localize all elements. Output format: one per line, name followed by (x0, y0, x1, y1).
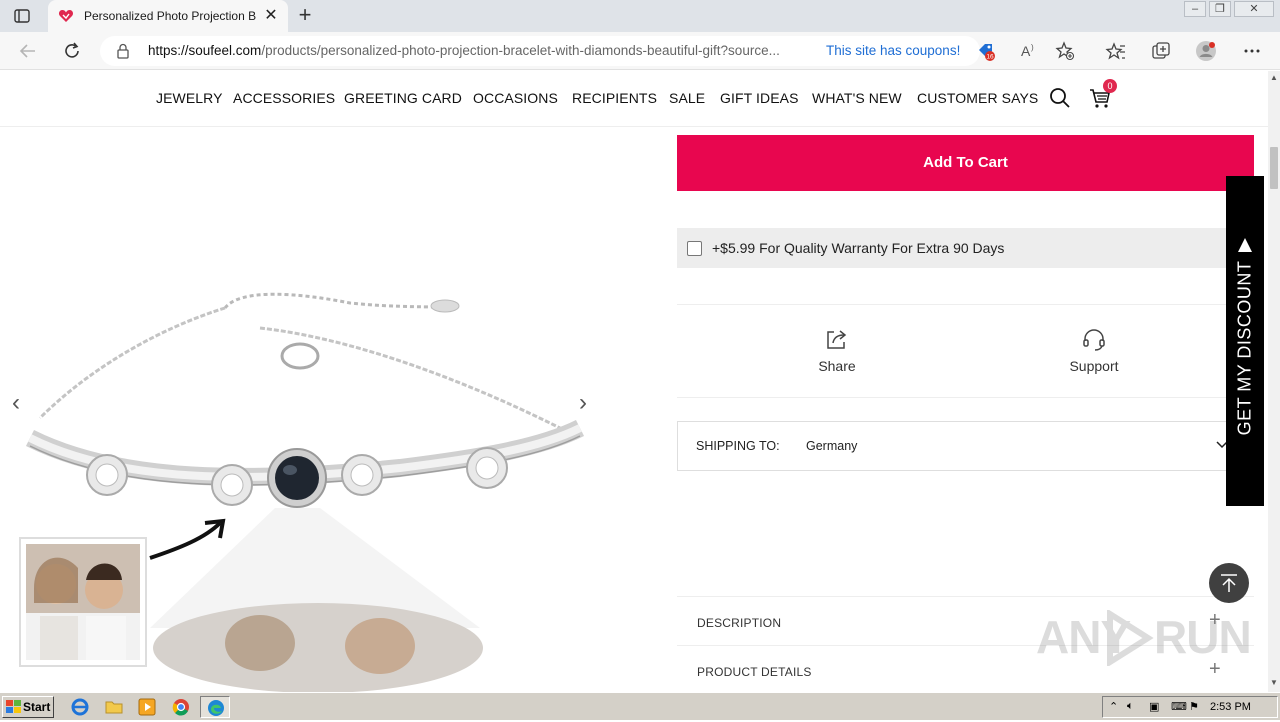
nav-sale[interactable]: SALE (669, 90, 705, 106)
nav-gift-ideas[interactable]: GIFT IDEAS (720, 90, 799, 106)
edge-taskbar-button[interactable] (200, 696, 230, 718)
nav-recipients[interactable]: RECIPIENTS (572, 90, 657, 106)
search-icon[interactable] (1049, 87, 1071, 109)
gallery-next-icon[interactable]: › (573, 391, 593, 415)
more-menu-icon[interactable] (1241, 40, 1263, 62)
scroll-down-icon[interactable]: ▼ (1270, 678, 1278, 687)
start-label: Start (23, 700, 51, 714)
active-tab[interactable]: Personalized Photo Projection Bracelet w… (48, 0, 288, 32)
svg-text:): ) (1031, 43, 1034, 52)
refresh-icon[interactable] (61, 40, 83, 62)
edge-icon (208, 700, 224, 716)
browser-tab-bar: Personalized Photo Projection Bracelet w… (0, 0, 1280, 32)
expand-arrow-icon (1238, 238, 1252, 252)
nav-customer-says[interactable]: CUSTOMER SAYS (917, 90, 1038, 106)
new-tab-icon[interactable]: + (294, 4, 316, 27)
restore-icon[interactable]: ❐ (1209, 1, 1231, 17)
add-favorite-icon[interactable] (1054, 40, 1076, 62)
url-path: /products/personalized-photo-projection-… (261, 43, 780, 58)
nav-greeting-card[interactable]: GREETING CARD (344, 90, 462, 106)
media-player-icon[interactable] (137, 697, 157, 717)
lock-icon[interactable] (116, 43, 130, 59)
url-text[interactable]: https://soufeel.com/products/personalize… (148, 43, 813, 58)
coupons-link[interactable]: This site has coupons! (826, 43, 960, 58)
nav-accessories[interactable]: ACCESSORIES (233, 90, 335, 106)
coupon-shopping-icon[interactable]: 16 (976, 41, 996, 61)
system-tray: ⌃ 🔈︎ ▣ ⌨︎ ⚑ 2:53 PM (1102, 696, 1278, 718)
support-button[interactable]: Support (1049, 328, 1139, 378)
share-label: Share (818, 358, 856, 374)
discount-label: GET MY DISCOUNT (1234, 260, 1255, 436)
tab-actions-icon[interactable] (12, 6, 32, 26)
shipping-country-value: Germany (806, 439, 858, 453)
chrome-icon[interactable] (171, 697, 191, 717)
page-scrollbar[interactable]: ▲ ▼ (1268, 71, 1280, 692)
network-icon[interactable]: ▣ (1149, 700, 1159, 713)
scroll-up-icon[interactable]: ▲ (1270, 73, 1278, 82)
shipping-country-select[interactable]: SHIPPING TO: Germany (677, 421, 1254, 471)
warranty-option[interactable]: +$5.99 For Quality Warranty For Extra 90… (677, 228, 1254, 268)
anyrun-watermark: ANY RUN (1036, 606, 1252, 672)
tray-expand-icon[interactable]: ⌃ (1109, 700, 1118, 713)
shipping-label: SHIPPING TO: (696, 439, 780, 453)
play-logo-icon (1107, 610, 1154, 666)
volume-icon[interactable]: 🔈︎ (1127, 700, 1134, 713)
profile-avatar-icon[interactable] (1195, 40, 1217, 62)
support-label: Support (1069, 358, 1119, 374)
nav-whats-new[interactable]: WHAT'S NEW (812, 90, 902, 106)
internet-explorer-icon[interactable] (70, 697, 90, 717)
gallery-prev-icon[interactable]: ‹ (6, 391, 26, 415)
soufeel-favicon-icon (58, 8, 74, 24)
add-to-cart-button[interactable]: Add To Cart (677, 135, 1254, 191)
nav-occasions[interactable]: OCCASIONS (473, 90, 558, 106)
get-discount-tab[interactable]: GET MY DISCOUNT (1226, 176, 1264, 506)
back-icon[interactable] (17, 40, 39, 62)
collections-icon[interactable] (1150, 40, 1172, 62)
accordion-title: DESCRIPTION (697, 616, 782, 630)
file-explorer-icon[interactable] (104, 697, 124, 717)
tab-title: Personalized Photo Projection Bracelet w… (84, 9, 256, 23)
window-close-icon[interactable]: ✕ (1234, 1, 1274, 17)
nav-jewelry[interactable]: JEWELRY (156, 90, 223, 106)
share-button[interactable]: Share (792, 328, 882, 378)
cart-count-badge: 0 (1103, 79, 1117, 93)
keyboard-icon[interactable]: ⌨︎ (1171, 700, 1187, 713)
flag-icon[interactable]: ⚑ (1189, 700, 1199, 713)
windows-logo-icon (6, 700, 21, 713)
clock[interactable]: 2:53 PM (1210, 701, 1251, 713)
share-icon (827, 330, 847, 349)
address-toolbar: https://soufeel.com/products/personalize… (0, 32, 1280, 70)
svg-text:A: A (1021, 43, 1031, 59)
url-domain: https://soufeel.com (148, 43, 262, 58)
url-bar[interactable]: https://soufeel.com/products/personalize… (100, 36, 995, 66)
watermark-right: RUN (1154, 611, 1252, 663)
headset-support-icon (1083, 329, 1105, 351)
bracelet-product-image (19, 292, 585, 692)
scrollbar-thumb[interactable] (1270, 147, 1278, 189)
divider (677, 397, 1254, 398)
favorites-icon[interactable] (1105, 40, 1127, 62)
arrow-up-icon (1221, 574, 1237, 592)
product-gallery: ‹ › (0, 128, 640, 692)
coupon-count-badge: 16 (986, 54, 994, 61)
minimize-icon[interactable]: – (1184, 1, 1206, 17)
divider (677, 304, 1254, 305)
start-button[interactable]: Start (2, 696, 54, 718)
site-navigation: JEWELRY ACCESSORIES GREETING CARD OCCASI… (0, 71, 1268, 127)
accordion-title: PRODUCT DETAILS (697, 665, 812, 679)
warranty-label: +$5.99 For Quality Warranty For Extra 90… (712, 240, 1005, 256)
windows-taskbar: Start ⌃ 🔈︎ ▣ ⌨︎ ⚑ 2:53 PM (0, 692, 1280, 720)
read-aloud-icon[interactable]: A) (1018, 40, 1040, 62)
tab-close-icon[interactable]: ✕ (262, 7, 280, 25)
warranty-checkbox[interactable] (687, 241, 702, 256)
back-to-top-button[interactable] (1209, 563, 1249, 603)
